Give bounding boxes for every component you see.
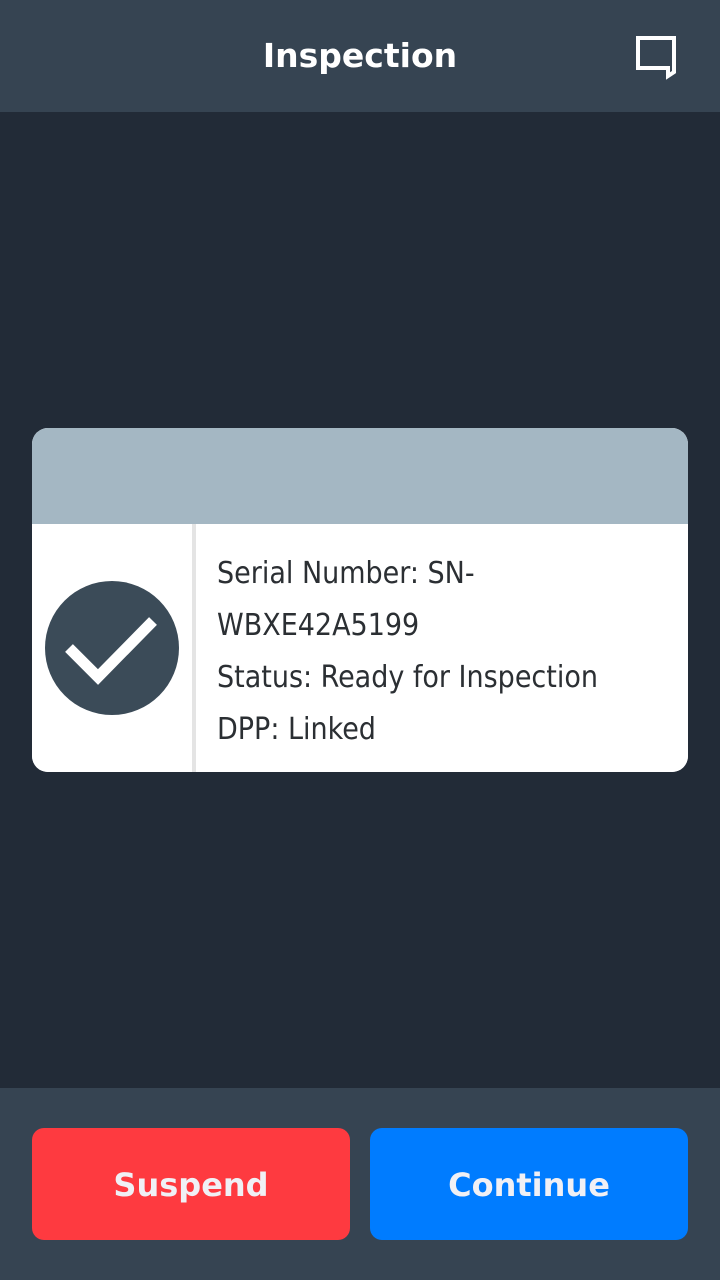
serial-number-line-2: WBXE42A5199: [217, 608, 420, 643]
dpp-line: DPP: Linked: [217, 712, 376, 747]
chat-button[interactable]: [630, 30, 682, 82]
continue-button[interactable]: Continue: [370, 1128, 688, 1240]
product-card: Serial Number: SN- WBXE42A5199 Status: R…: [32, 428, 688, 772]
card-body: Serial Number: SN- WBXE42A5199 Status: R…: [32, 524, 688, 772]
serial-number-line-1: Serial Number: SN-: [217, 556, 475, 591]
check-circle-icon: [45, 581, 179, 715]
card-status-column: [32, 524, 192, 772]
page-title: Inspection: [262, 36, 458, 75]
chat-bubble-icon: [630, 30, 682, 82]
app-bar: Inspection: [0, 0, 720, 112]
suspend-button[interactable]: Suspend: [32, 1128, 350, 1240]
card-header: [32, 428, 688, 524]
status-line: Status: Ready for Inspection: [217, 660, 598, 695]
card-details: Serial Number: SN- WBXE42A5199 Status: R…: [217, 548, 677, 756]
card-divider: [192, 524, 196, 772]
action-bar: Suspend Continue: [0, 1088, 720, 1280]
